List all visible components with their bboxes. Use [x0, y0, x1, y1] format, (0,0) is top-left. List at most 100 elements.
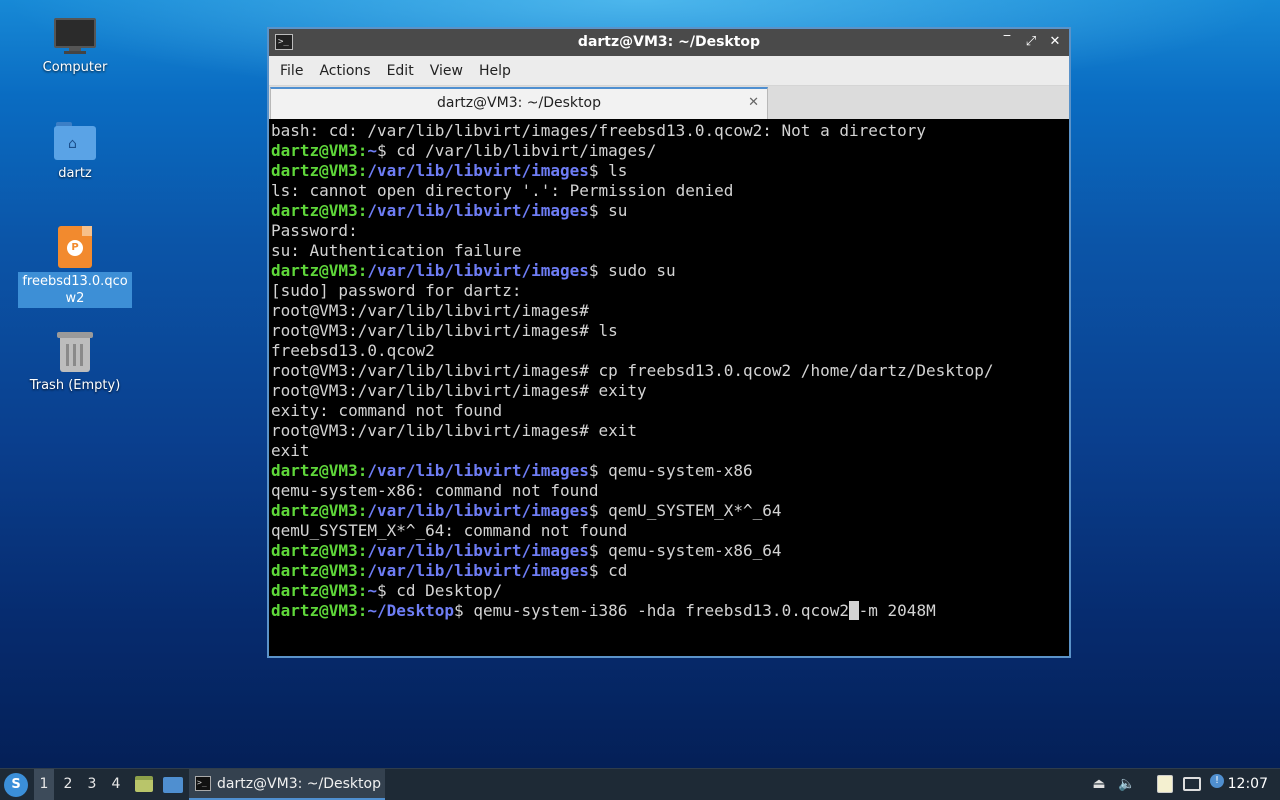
prompt-user-host: dartz@VM3 — [271, 541, 358, 560]
network-icon[interactable] — [1182, 774, 1202, 794]
trash-icon — [57, 332, 93, 372]
output-text: freebsd13.0.qcow2 — [271, 341, 435, 360]
menubar: File Actions Edit View Help — [269, 56, 1069, 86]
desktop-icon-trash[interactable]: Trash (Empty) — [17, 332, 133, 395]
computer-icon — [54, 18, 96, 54]
prompt-user-host: dartz@VM3 — [271, 581, 358, 600]
menu-edit[interactable]: Edit — [379, 56, 422, 86]
terminal-window: >_ dartz@VM3: ~/Desktop ‾ ⤢ ✕ File Actio… — [267, 27, 1071, 658]
menu-actions[interactable]: Actions — [311, 56, 378, 86]
terminal-line: ls: cannot open directory '.': Permissio… — [271, 181, 1069, 201]
prompt-user-host: dartz@VM3 — [271, 501, 358, 520]
prompt-path: ~ — [367, 581, 377, 600]
terminal-line: dartz@VM3:~$ cd /var/lib/libvirt/images/ — [271, 141, 657, 160]
show-desktop-icon[interactable] — [161, 769, 185, 800]
terminal-line: dartz@VM3:/var/lib/libvirt/images$ su — [271, 201, 628, 220]
desktop-icon-label: Trash (Empty) — [29, 378, 121, 393]
terminal-tab[interactable]: dartz@VM3: ~/Desktop ✕ — [270, 87, 768, 119]
desktop-icon-label: Computer — [42, 60, 108, 75]
desktop-icon-qcow2-file[interactable]: P freebsd13.0.qcow2 — [17, 226, 133, 308]
menu-view[interactable]: View — [422, 56, 471, 86]
command-text: cd /var/lib/libvirt/images/ — [396, 141, 657, 160]
terminal-line: dartz@VM3:/var/lib/libvirt/images$ sudo … — [271, 261, 676, 280]
terminal-line: root@VM3:/var/lib/libvirt/images# exit — [271, 421, 1069, 441]
disk-image-file-icon: P — [58, 226, 92, 268]
window-titlebar[interactable]: >_ dartz@VM3: ~/Desktop ‾ ⤢ ✕ — [269, 29, 1069, 56]
output-text: exity: command not found — [271, 401, 503, 420]
terminal-line: root@VM3:/var/lib/libvirt/images# exity — [271, 381, 1069, 401]
prompt-path: ~/Desktop — [367, 601, 455, 620]
volume-icon[interactable]: 🔈 — [1117, 774, 1137, 794]
desktop-icon-home-folder[interactable]: ⌂ dartz — [17, 122, 133, 183]
terminal-line: root@VM3:/var/lib/libvirt/images# ls — [271, 321, 1069, 341]
output-text: root@VM3:/var/lib/libvirt/images# exit — [271, 421, 638, 440]
terminal-line: qemu-system-x86: command not found — [271, 481, 1069, 501]
command-text: ls — [608, 161, 628, 180]
minimize-button[interactable]: ‾ — [997, 32, 1017, 52]
prompt-path: /var/lib/libvirt/images — [367, 261, 589, 280]
output-text: su: Authentication failure — [271, 241, 522, 260]
prompt-path: /var/lib/libvirt/images — [367, 561, 589, 580]
output-text: Password: — [271, 221, 358, 240]
output-text: root@VM3:/var/lib/libvirt/images# cp fre… — [271, 361, 994, 380]
desktop-icon-computer[interactable]: Computer — [17, 18, 133, 77]
terminal-line: dartz@VM3:/var/lib/libvirt/images$ ls — [271, 161, 628, 180]
taskbar-terminal-task[interactable]: >_ dartz@VM3: ~/Desktop — [189, 769, 385, 800]
clipboard-icon[interactable] — [1155, 774, 1175, 794]
tab-bar: dartz@VM3: ~/Desktop ✕ — [269, 86, 1069, 119]
terminal-line: qemU_SYSTEM_X*^_64: command not found — [271, 521, 1069, 541]
output-text: qemU_SYSTEM_X*^_64: command not found — [271, 521, 628, 540]
maximize-button[interactable]: ⤢ — [1021, 32, 1041, 52]
output-text: qemu-system-x86: command not found — [271, 481, 599, 500]
terminal-line: Password: — [271, 221, 1069, 241]
terminal-line: dartz@VM3:/var/lib/libvirt/images$ qemU_… — [271, 501, 782, 520]
terminal-line: dartz@VM3:/var/lib/libvirt/images$ cd — [271, 561, 628, 580]
terminal-line: bash: cd: /var/lib/libvirt/images/freebs… — [271, 121, 1069, 141]
update-notifier-icon[interactable]: ! — [1207, 774, 1227, 794]
prompt-path: /var/lib/libvirt/images — [367, 461, 589, 480]
tab-close-icon[interactable]: ✕ — [748, 95, 759, 110]
desktop-icon-label: dartz — [58, 166, 92, 181]
workspace-1-button[interactable]: 1 — [34, 769, 54, 800]
terminal-line: su: Authentication failure — [271, 241, 1069, 261]
prompt-path: ~ — [367, 141, 377, 160]
terminal-task-icon: >_ — [195, 776, 211, 791]
window-title: dartz@VM3: ~/Desktop — [577, 34, 761, 50]
tab-label: dartz@VM3: ~/Desktop — [437, 95, 601, 111]
home-folder-icon: ⌂ — [54, 122, 96, 160]
terminal-line: freebsd13.0.qcow2 — [271, 341, 1069, 361]
output-text: root@VM3:/var/lib/libvirt/images# ls — [271, 321, 618, 340]
clock[interactable]: 12:07 — [1228, 769, 1268, 800]
prompt-user-host: dartz@VM3 — [271, 161, 358, 180]
command-text: cd — [608, 561, 628, 580]
prompt-user-host: dartz@VM3 — [271, 561, 358, 580]
prompt-path: /var/lib/libvirt/images — [367, 201, 589, 220]
workspace-2-button[interactable]: 2 — [58, 769, 78, 800]
output-text: [sudo] password for dartz: — [271, 281, 522, 300]
output-text: root@VM3:/var/lib/libvirt/images# exity — [271, 381, 647, 400]
terminal-output[interactable]: bash: cd: /var/lib/libvirt/images/freebs… — [269, 119, 1069, 656]
workspace-4-button[interactable]: 4 — [106, 769, 126, 800]
command-text: qemu-system-i386 -hda freebsd13.0.qcow2 — [473, 601, 849, 620]
prompt-path: /var/lib/libvirt/images — [367, 501, 589, 520]
menu-help[interactable]: Help — [471, 56, 519, 86]
command-text: -m 2048M — [858, 601, 936, 620]
terminal-line: exit — [271, 441, 1069, 461]
command-text: qemu-system-x86_64 — [608, 541, 782, 560]
prompt-user-host: dartz@VM3 — [271, 601, 358, 620]
workspace-3-button[interactable]: 3 — [82, 769, 102, 800]
terminal-line: [sudo] password for dartz: — [271, 281, 1069, 301]
file-manager-launcher-icon[interactable] — [133, 769, 155, 800]
command-text: sudo su — [608, 261, 676, 280]
prompt-user-host: dartz@VM3 — [271, 141, 358, 160]
command-text: su — [608, 201, 628, 220]
text-cursor — [849, 601, 859, 620]
eject-icon[interactable]: ⏏ — [1089, 774, 1109, 794]
desktop-icon-label: freebsd13.0.qcow2 — [18, 272, 132, 308]
close-button[interactable]: ✕ — [1045, 32, 1065, 52]
command-text: cd Desktop/ — [396, 581, 503, 600]
terminal-line: dartz@VM3:/var/lib/libvirt/images$ qemu-… — [271, 461, 753, 480]
prompt-user-host: dartz@VM3 — [271, 201, 358, 220]
application-menu-button[interactable]: S — [4, 773, 28, 797]
menu-file[interactable]: File — [272, 56, 311, 86]
